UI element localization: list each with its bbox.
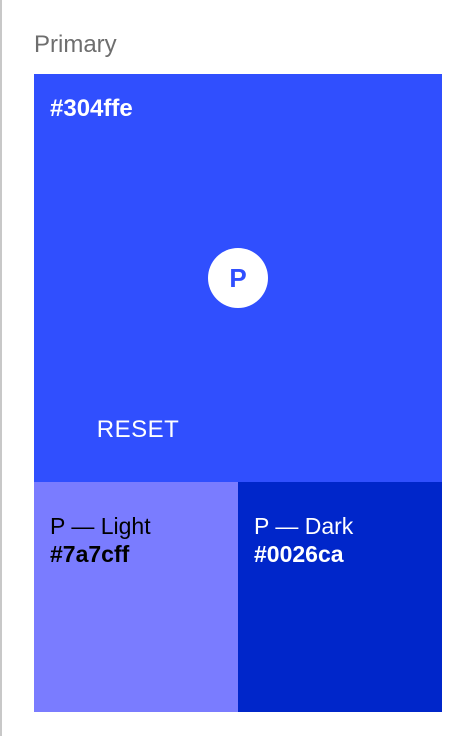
color-palette: #304ffe P RESET P — Light #7a7cff P — Da… (34, 74, 442, 712)
reset-button[interactable]: RESET (84, 410, 192, 450)
palette-panel: Primary #304ffe P RESET P — Light #7a7cf… (0, 0, 468, 736)
panel-divider (0, 0, 2, 736)
light-variant-label: P — Light (50, 513, 151, 539)
dark-variant-hex: #0026ca (254, 541, 344, 567)
dark-variant-label: P — Dark (254, 513, 354, 539)
dark-variant-swatch[interactable]: P — Dark #0026ca (238, 482, 442, 712)
primary-hex-label: #304ffe (50, 95, 133, 122)
section-title: Primary (34, 31, 117, 58)
light-variant-hex: #7a7cff (50, 541, 130, 567)
primary-color-swatch[interactable]: #304ffe P RESET (34, 74, 442, 482)
light-variant-swatch[interactable]: P — Light #7a7cff (34, 482, 238, 712)
badge-letter: P (229, 262, 247, 293)
primary-color-badge[interactable]: P (208, 248, 268, 308)
